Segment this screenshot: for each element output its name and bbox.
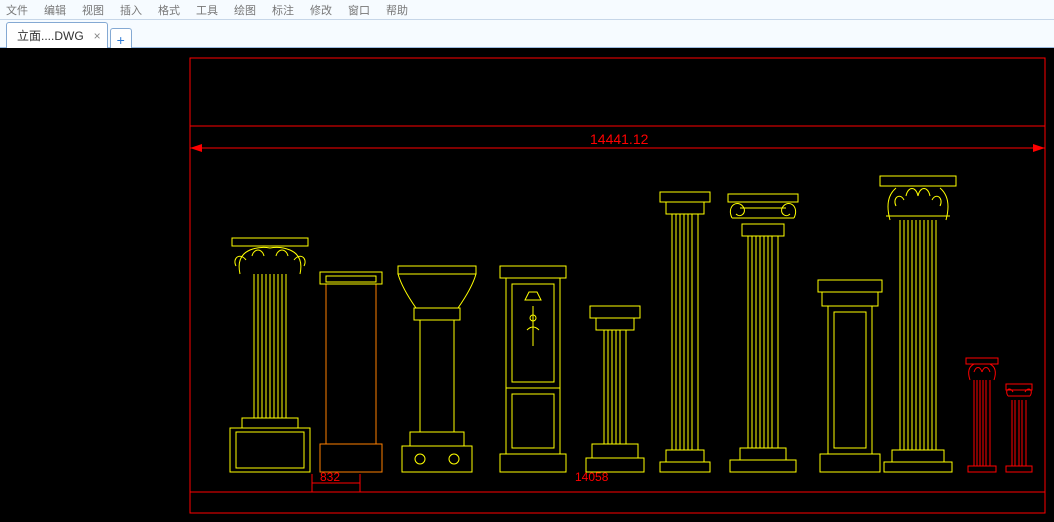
menu-item[interactable]: 修改 [310, 2, 332, 18]
menu-item[interactable]: 文件 [6, 2, 28, 18]
dimension-bottom: 832 14058 [312, 470, 609, 492]
menu-item[interactable]: 窗口 [348, 2, 370, 18]
column-3 [398, 266, 476, 472]
drawing-canvas[interactable]: 14441.12 832 14058 [0, 48, 1054, 522]
close-icon[interactable]: × [94, 29, 101, 43]
tab-strip: 立面....DWG × + [0, 20, 1054, 48]
column-1 [230, 238, 310, 472]
menu-item[interactable]: 工具 [196, 2, 218, 18]
column-11 [1006, 384, 1032, 472]
column-10 [966, 358, 998, 472]
menu-item[interactable]: 视图 [82, 2, 104, 18]
tab-label: 立面....DWG [17, 27, 84, 44]
dimension-value: 14441.12 [590, 131, 649, 147]
menu-bar: 文件 编辑 视图 插入 格式 工具 绘图 标注 修改 窗口 帮助 [0, 0, 1054, 20]
menu-item[interactable]: 帮助 [386, 2, 408, 18]
menu-item[interactable]: 编辑 [44, 2, 66, 18]
document-tab[interactable]: 立面....DWG × [6, 22, 108, 48]
menu-item[interactable]: 标注 [272, 2, 294, 18]
column-4 [500, 266, 566, 472]
cad-drawing: 14441.12 832 14058 [0, 48, 1054, 522]
column-2 [320, 272, 382, 472]
dimension-top: 14441.12 [190, 126, 1045, 152]
column-6 [660, 192, 710, 472]
column-5 [586, 306, 644, 472]
column-7 [728, 194, 798, 472]
column-9 [880, 176, 956, 472]
menu-item[interactable]: 绘图 [234, 2, 256, 18]
menu-item[interactable]: 插入 [120, 2, 142, 18]
new-tab-button[interactable]: + [110, 28, 132, 50]
column-8 [818, 280, 882, 472]
menu-item[interactable]: 格式 [158, 2, 180, 18]
